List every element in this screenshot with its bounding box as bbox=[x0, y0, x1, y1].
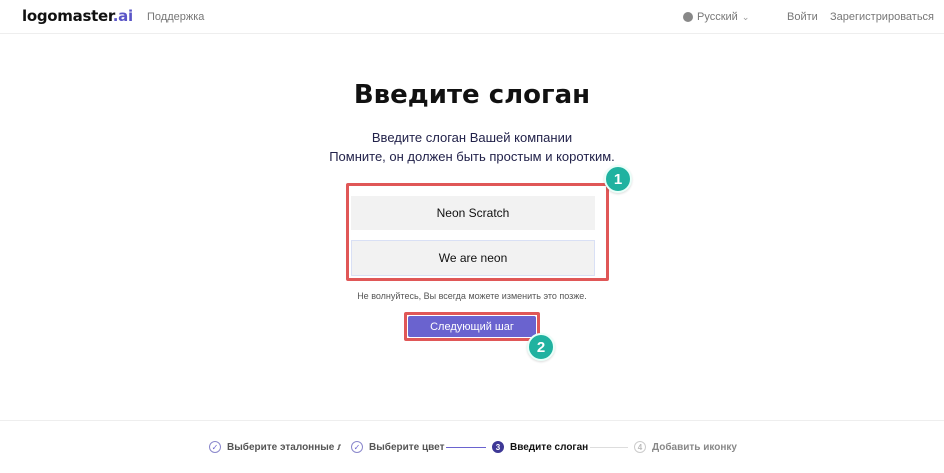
step-label: Введите слоган bbox=[510, 441, 589, 453]
step-add-icon[interactable]: 4 Добавить иконку bbox=[634, 441, 737, 453]
language-label: Русский bbox=[697, 11, 738, 23]
step-color[interactable]: ✓ Выберите цвет bbox=[351, 441, 444, 453]
slogan-field[interactable]: We are neon bbox=[351, 240, 595, 276]
logo[interactable]: logomaster.ai bbox=[22, 7, 133, 25]
globe-icon bbox=[683, 12, 693, 22]
step-number: 3 bbox=[492, 441, 504, 453]
step-label: Выберите эталонные логотипы bbox=[227, 441, 341, 453]
check-circle-icon: ✓ bbox=[351, 441, 363, 453]
company-name-field[interactable]: Neon Scratch bbox=[351, 196, 595, 230]
step-reference-logos[interactable]: ✓ Выберите эталонные логотипы bbox=[209, 441, 341, 453]
signup-link[interactable]: Зарегистрироваться bbox=[830, 11, 934, 23]
subtitle-line-1: Введите слоган Вашей компании bbox=[371, 130, 573, 145]
step-slogan[interactable]: 3 Введите слоган bbox=[492, 441, 588, 453]
step-connector-done bbox=[446, 447, 486, 448]
page-title: Введите слоган bbox=[353, 80, 591, 110]
step-badge-1: 1 bbox=[604, 165, 632, 193]
step-label: Выберите цвет bbox=[369, 441, 445, 453]
support-link[interactable]: Поддержка bbox=[147, 11, 204, 23]
chevron-down-icon: ⌄ bbox=[741, 11, 750, 22]
language-selector[interactable]: Русский ⌄ bbox=[683, 11, 749, 23]
step-label: Добавить иконку bbox=[652, 441, 737, 453]
next-step-button[interactable]: Следующий шаг bbox=[408, 316, 536, 337]
progress-steps: ✓ Выберите эталонные логотипы ✓ Выберите… bbox=[0, 420, 944, 473]
check-circle-icon: ✓ bbox=[209, 441, 221, 453]
logo-suffix: .ai bbox=[112, 7, 133, 25]
step-badge-2: 2 bbox=[527, 333, 555, 361]
step-connector-todo bbox=[590, 447, 628, 448]
logo-main: logomaster bbox=[22, 7, 113, 25]
edit-later-note: Не волнуйтесь, Вы всегда можете изменить… bbox=[357, 291, 587, 301]
step-number: 4 bbox=[634, 441, 646, 453]
subtitle-line-2: Помните, он должен быть простым и коротк… bbox=[329, 149, 615, 164]
login-link[interactable]: Войти bbox=[787, 11, 818, 23]
top-header: logomaster.ai Поддержка Русский ⌄ Войти … bbox=[0, 0, 944, 34]
